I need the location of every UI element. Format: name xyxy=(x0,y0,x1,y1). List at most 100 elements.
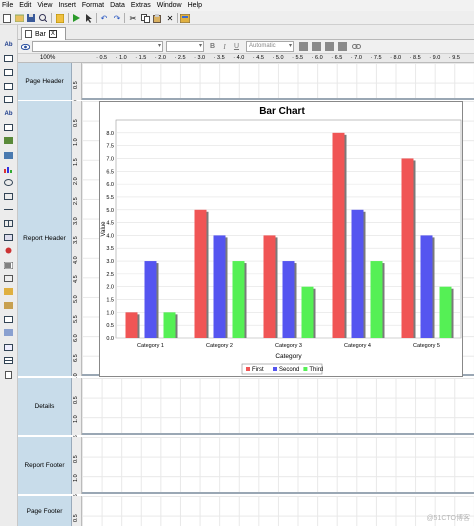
resource-field-tool-icon[interactable] xyxy=(3,123,14,132)
main-toolbar: ↶ ↷ ✂ ✕ xyxy=(0,11,474,25)
horizontal-line-tool-icon[interactable] xyxy=(3,205,14,214)
align-right-icon[interactable] xyxy=(325,42,334,51)
ruler-tick-label: · 8.0 xyxy=(390,55,402,61)
drawable-field-tool-icon[interactable] xyxy=(3,274,14,283)
menu-help[interactable]: Help xyxy=(188,2,202,9)
number-field-tool-icon[interactable] xyxy=(3,68,14,77)
vruler-tick-label: 4.0 xyxy=(73,256,79,264)
rectangle-tool-icon[interactable] xyxy=(3,192,14,201)
legend-label: Third xyxy=(309,367,323,373)
content-field-tool-icon[interactable] xyxy=(3,287,14,296)
print-preview-icon[interactable] xyxy=(38,13,48,23)
tab-bar-report[interactable]: Bar X xyxy=(21,27,66,40)
align-left-icon[interactable] xyxy=(299,42,308,51)
vruler-tick-label: 5.0 xyxy=(73,295,79,303)
bar xyxy=(332,132,345,338)
underline-button[interactable]: U xyxy=(232,42,241,51)
vruler-tick-label: 3.5 xyxy=(73,236,79,245)
ellipse-tool-icon[interactable] xyxy=(3,178,14,187)
bar-chart-element[interactable]: Bar Chart 0.0 0.5 1.0 1.5 2.0 2.5 3.0 3.5 4.0 4.5 5… xyxy=(99,101,463,377)
survey-scale-tool-icon[interactable] xyxy=(3,315,14,324)
menu-view[interactable]: View xyxy=(37,2,52,9)
copy-icon[interactable] xyxy=(140,13,150,23)
bar xyxy=(420,235,433,338)
label-tool-icon[interactable]: Ab xyxy=(3,40,14,49)
message-field-tool-icon[interactable] xyxy=(3,95,14,104)
y-tick-label: 2.5 xyxy=(106,272,114,278)
ruler-tick-label: · 5.5 xyxy=(292,55,304,61)
zoom-level[interactable]: 100% xyxy=(18,54,82,63)
align-center-icon[interactable] xyxy=(312,42,321,51)
menu-format[interactable]: Format xyxy=(82,2,104,9)
chart-tool-icon[interactable] xyxy=(3,165,14,174)
band-page-header[interactable] xyxy=(82,63,474,100)
table-tool-icon[interactable] xyxy=(3,356,14,365)
menu-file[interactable]: File xyxy=(2,2,13,9)
menu-extras[interactable]: Extras xyxy=(131,2,151,9)
undo-icon[interactable]: ↶ xyxy=(99,13,109,23)
legend-swatch xyxy=(303,367,308,371)
redo-icon[interactable]: ↷ xyxy=(112,13,122,23)
eye-icon[interactable] xyxy=(20,42,30,52)
bar xyxy=(194,209,207,338)
sparkline-tool-icon[interactable] xyxy=(3,328,14,337)
new-icon[interactable] xyxy=(2,13,12,23)
ruler-tick-label: · 0.5 xyxy=(96,55,108,61)
image-field-tool-icon[interactable] xyxy=(3,151,14,160)
run-icon[interactable] xyxy=(71,13,81,23)
ruler-tick-label: · 1.5 xyxy=(135,55,147,61)
section-report-footer[interactable]: Report Footer xyxy=(18,437,72,494)
menu-edit[interactable]: Edit xyxy=(19,2,31,9)
band-page-footer[interactable] xyxy=(82,496,474,526)
align-justify-icon[interactable] xyxy=(338,42,347,51)
font-size-select[interactable]: ▾ xyxy=(166,41,204,52)
simple-barcode-tool-icon[interactable] xyxy=(3,343,14,352)
bar xyxy=(351,209,364,338)
save-icon[interactable] xyxy=(26,13,36,23)
paste-icon[interactable] xyxy=(152,13,162,23)
subreport-tool-icon[interactable] xyxy=(3,246,14,255)
properties-icon[interactable] xyxy=(180,13,190,23)
date-field-tool-icon[interactable] xyxy=(3,82,14,91)
link-icon[interactable] xyxy=(352,42,361,51)
document-tool-icon[interactable] xyxy=(3,370,14,379)
section-report-header[interactable]: Report Header xyxy=(18,101,72,376)
barcode-tool-icon[interactable] xyxy=(3,261,14,270)
menu-data[interactable]: Data xyxy=(110,2,125,9)
delete-icon[interactable]: ✕ xyxy=(165,13,175,23)
menu-window[interactable]: Window xyxy=(157,2,182,9)
y-tick-label: 3.5 xyxy=(106,246,114,252)
band-tool-icon[interactable] xyxy=(3,233,14,242)
text-field-tool-icon[interactable] xyxy=(3,54,14,63)
script-field-tool-icon[interactable] xyxy=(3,301,14,310)
pointer-icon[interactable] xyxy=(84,13,94,23)
cut-icon[interactable]: ✂ xyxy=(128,13,138,23)
ruler-tick-label: · 2.5 xyxy=(174,55,186,61)
y-tick-label: 1.5 xyxy=(106,298,114,304)
bold-button[interactable]: B xyxy=(208,42,217,51)
section-page-footer[interactable]: Page Footer xyxy=(18,496,72,526)
element-palette: Ab Ab xyxy=(0,25,18,526)
resource-label-tool-icon[interactable]: Ab xyxy=(3,109,14,118)
section-page-header[interactable]: Page Header xyxy=(18,63,72,100)
menu-insert[interactable]: Insert xyxy=(58,2,76,9)
vruler-report-footer: 0.51.01.5 xyxy=(72,437,82,502)
band-report-footer[interactable] xyxy=(82,437,474,494)
font-family-select[interactable]: ▾ xyxy=(32,41,163,52)
vertical-line-tool-icon[interactable] xyxy=(3,219,14,228)
section-details[interactable]: Details xyxy=(18,378,72,435)
report-icon[interactable] xyxy=(55,13,65,23)
vruler-tick-label: 6.0 xyxy=(73,334,79,343)
close-tab-icon[interactable]: X xyxy=(48,30,57,38)
band-details[interactable] xyxy=(82,378,474,435)
legend-label: Second xyxy=(279,367,299,373)
y-tick-label: 8.0 xyxy=(106,131,114,137)
vruler-tick-label: 0.5 xyxy=(73,513,79,522)
bar xyxy=(282,261,295,338)
color-select[interactable]: Automatic ▾ xyxy=(246,41,294,52)
y-tick-label: 7.5 xyxy=(106,144,114,150)
open-icon[interactable] xyxy=(14,13,24,23)
x-tick-label: Category 2 xyxy=(206,343,233,349)
image-tool-icon[interactable] xyxy=(3,136,14,145)
italic-button[interactable]: I xyxy=(220,42,229,51)
